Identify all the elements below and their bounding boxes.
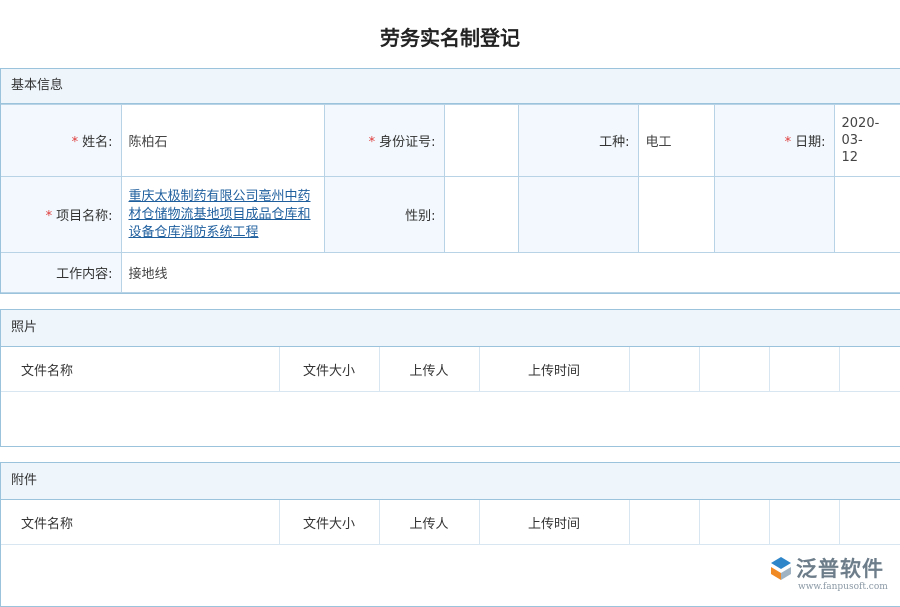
project-link-line2[interactable]: 材仓储物流基地项目成品仓库和 (129, 206, 317, 224)
date-field[interactable]: 2020-03- 12 (834, 105, 900, 177)
required-mark: * (46, 209, 53, 224)
trade-label: 工种: (518, 105, 638, 177)
attachments-header: 附件 (1, 463, 900, 500)
attachments-panel: 附件 文件名称 文件大小 上传人 上传时间 (0, 462, 900, 607)
required-mark: * (72, 135, 79, 150)
id-number-label: *身份证号: (324, 105, 444, 177)
project-label: *项目名称: (1, 177, 121, 253)
photos-header: 照片 (1, 310, 900, 347)
required-mark: * (785, 135, 792, 150)
column-header (699, 347, 769, 392)
date-label: *日期: (714, 105, 834, 177)
column-header (839, 500, 900, 545)
column-header (629, 500, 699, 545)
basic-info-header: 基本信息 (1, 69, 900, 104)
work-content-label: 工作内容: (1, 253, 121, 293)
id-number-field[interactable] (444, 105, 518, 177)
column-header (699, 500, 769, 545)
gender-field[interactable] (444, 177, 518, 253)
empty-cell (714, 177, 834, 253)
column-header[interactable]: 上传人 (379, 500, 479, 545)
empty-cell (518, 177, 638, 253)
page-title: 劳务实名制登记 (0, 22, 900, 51)
empty-cell (834, 177, 900, 253)
column-header[interactable]: 上传时间 (479, 500, 629, 545)
name-field[interactable]: 陈柏石 (121, 105, 324, 177)
date-value-line2: 12 (842, 149, 898, 166)
project-field[interactable]: 重庆太极制药有限公司亳州中药 材仓储物流基地项目成品仓库和 设备仓库消防系统工程 (121, 177, 324, 253)
column-header (629, 347, 699, 392)
fanpu-logo-icon (768, 555, 794, 581)
work-content-field[interactable]: 接地线 (121, 253, 900, 293)
watermark-url: www.fanpusoft.com (798, 582, 888, 592)
column-header (769, 347, 839, 392)
photos-table: 文件名称 文件大小 上传人 上传时间 (1, 347, 900, 392)
project-link-line3[interactable]: 设备仓库消防系统工程 (129, 224, 317, 242)
date-value-line1: 2020-03- (842, 115, 898, 149)
name-label: *姓名: (1, 105, 121, 177)
trade-field[interactable]: 电工 (638, 105, 714, 177)
basic-info-panel: 基本信息 *姓名: 陈柏石 *身份证号: 工种: 电工 *日期: 2020-03… (0, 68, 900, 294)
column-header[interactable]: 文件大小 (279, 347, 379, 392)
watermark: 泛普软件 www.fanpusoft.com (768, 553, 898, 599)
required-mark: * (369, 135, 376, 150)
column-header[interactable]: 文件大小 (279, 500, 379, 545)
column-header[interactable]: 上传人 (379, 347, 479, 392)
column-header[interactable]: 文件名称 (1, 347, 279, 392)
photos-panel: 照片 文件名称 文件大小 上传人 上传时间 (0, 309, 900, 447)
column-header (839, 347, 900, 392)
column-header[interactable]: 文件名称 (1, 500, 279, 545)
attachments-table: 文件名称 文件大小 上传人 上传时间 (1, 500, 900, 545)
basic-info-form: *姓名: 陈柏石 *身份证号: 工种: 电工 *日期: 2020-03- 12 … (1, 104, 900, 293)
project-link-line1[interactable]: 重庆太极制药有限公司亳州中药 (129, 188, 317, 206)
column-header (769, 500, 839, 545)
watermark-brand: 泛普软件 (796, 553, 884, 583)
gender-label: 性别: (324, 177, 444, 253)
empty-cell (638, 177, 714, 253)
column-header[interactable]: 上传时间 (479, 347, 629, 392)
